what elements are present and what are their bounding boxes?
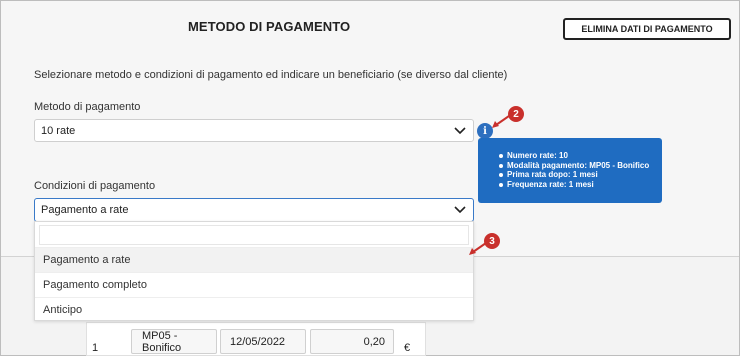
chevron-down-icon [454, 206, 466, 214]
installment-number: 1 [92, 341, 99, 354]
tooltip-item: Modalità pagamento: MP05 - Bonifico [499, 161, 662, 171]
dropdown-option-pagamento-completo[interactable]: Pagamento completo [35, 272, 473, 297]
payment-conditions-select[interactable]: Pagamento a rate [34, 198, 474, 222]
dropdown-option-pagamento-a-rate[interactable]: Pagamento a rate [35, 247, 473, 272]
callout-arrow-icon [492, 115, 510, 128]
payment-conditions-value: Pagamento a rate [41, 204, 129, 216]
installment-amount-field[interactable]: 0,20 [310, 329, 394, 354]
installment-mode-field[interactable]: MP05 - Bonifico [131, 329, 217, 354]
dropdown-option-anticipo[interactable]: Anticipo [35, 297, 473, 322]
installment-date-field[interactable]: 12/05/2022 [220, 329, 306, 354]
instructions-text: Selezionare metodo e condizioni di pagam… [34, 69, 508, 81]
payment-info-tooltip: Numero rate: 10 Modalità pagamento: MP05… [478, 138, 662, 203]
payment-method-value: 10 rate [41, 124, 76, 137]
chevron-down-icon [454, 126, 466, 134]
tooltip-item: Frequenza rate: 1 mesi [499, 180, 662, 190]
payment-conditions-dropdown: Pagamento a rate Pagamento completo Anti… [34, 221, 474, 321]
callout-arrow-icon [469, 242, 487, 255]
payment-method-select[interactable]: 10 rate [34, 119, 474, 142]
currency-label: € [404, 341, 411, 354]
clear-payment-data-button[interactable]: ELIMINA DATI DI PAGAMENTO [563, 18, 731, 40]
tooltip-item: Prima rata dopo: 1 mesi [499, 170, 662, 180]
payment-method-label: Metodo di pagamento [34, 101, 141, 113]
dropdown-search-input[interactable] [39, 225, 469, 245]
page-title: METODO DI PAGAMENTO [188, 19, 351, 34]
tooltip-item: Numero rate: 10 [499, 151, 662, 161]
payment-conditions-label: Condizioni di pagamento [34, 180, 156, 192]
